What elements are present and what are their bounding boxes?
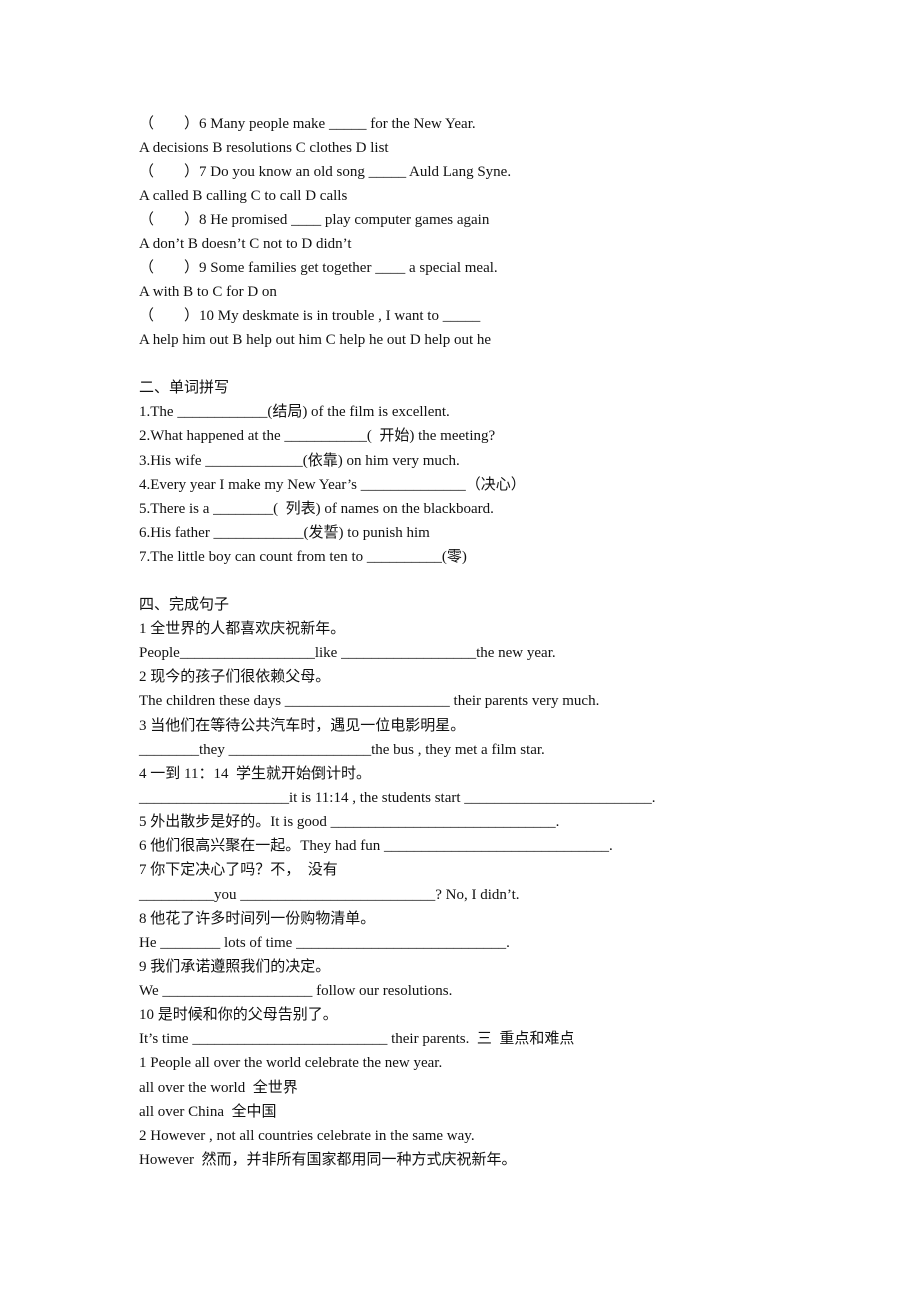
spelling-section-heading: 二、单词拼写 — [139, 380, 230, 396]
document-page: （ ）6 Many people make _____ for the New … — [0, 0, 920, 1302]
spelling-item: 7.The little boy can count from ten to _… — [139, 549, 467, 565]
question-8-options: A don’t B doesn’t C not to D didn’t — [139, 236, 352, 252]
sentence-item-chinese: 1 全世界的人都喜欢庆祝新年。 — [139, 621, 346, 637]
sentence-item-english: ____________________it is 11:14 , the st… — [139, 790, 656, 806]
spelling-item: 6.His father ____________(发誓) to punish … — [139, 525, 430, 541]
key-point-line: all over the world 全世界 — [139, 1080, 298, 1096]
spelling-item: 5.There is a ________( 列表) of names on t… — [139, 501, 494, 517]
question-7-stem: （ ）7 Do you know an old song _____ Auld … — [139, 164, 512, 180]
spelling-item: 1.The ____________(结局) of the film is ex… — [139, 404, 450, 420]
question-7-options: A called B calling C to call D calls — [139, 188, 348, 204]
sentence-item-chinese: 2 现今的孩子们很依赖父母。 — [139, 669, 331, 685]
question-9-stem: （ ）9 Some families get together ____ a s… — [139, 260, 498, 276]
spelling-item: 2.What happened at the ___________( 开始) … — [139, 428, 496, 444]
sentence-item-english: We ____________________ follow our resol… — [139, 983, 453, 999]
question-6-stem: （ ）6 Many people make _____ for the New … — [139, 116, 476, 132]
sentence-item-english: It’s time __________________________ the… — [139, 1031, 575, 1047]
sentence-item-chinese: 9 我们承诺遵照我们的决定。 — [139, 959, 331, 975]
sentence-item-english: The children these days ________________… — [139, 693, 600, 709]
spelling-item: 3.His wife _____________(依靠) on him very… — [139, 453, 460, 469]
question-10-options: A help him out B help out him C help he … — [139, 332, 492, 348]
sentence-item-english: He ________ lots of time _______________… — [139, 935, 510, 951]
sentence-item-chinese: 8 他花了许多时间列一份购物清单。 — [139, 911, 376, 927]
key-point-line: 2 However , not all countries celebrate … — [139, 1128, 475, 1144]
sentence-item-combined: 5 外出散步是好的。It is good ___________________… — [139, 814, 560, 830]
key-point-line: all over China 全中国 — [139, 1104, 277, 1120]
question-8-stem: （ ）8 He promised ____ play computer game… — [139, 212, 490, 228]
sentence-item-chinese: 7 你下定决心了吗？不， 没有 — [139, 862, 338, 878]
sentence-item-english: __________you __________________________… — [139, 887, 520, 903]
question-6-options: A decisions B resolutions C clothes D li… — [139, 140, 389, 156]
sentence-item-english: People__________________like ___________… — [139, 645, 556, 661]
sentence-item-chinese: 4 一到 11：14 学生就开始倒计时。 — [139, 766, 371, 782]
sentence-item-english: ________they ___________________the bus … — [139, 742, 545, 758]
sentence-item-chinese: 3 当他们在等待公共汽车时，遇见一位电影明星。 — [139, 718, 466, 734]
sentence-item-combined: 6 他们很高兴聚在一起。They had fun _______________… — [139, 838, 613, 854]
key-point-line: However 然而，并非所有国家都用同一种方式庆祝新年。 — [139, 1152, 517, 1168]
spelling-item: 4.Every year I make my New Year’s ______… — [139, 477, 526, 493]
sentence-section-heading: 四、完成句子 — [139, 597, 230, 613]
sentence-item-chinese: 10 是时候和你的父母告别了。 — [139, 1007, 338, 1023]
question-10-stem: （ ）10 My deskmate is in trouble , I want… — [139, 308, 481, 324]
key-point-line: 1 People all over the world celebrate th… — [139, 1055, 443, 1071]
question-9-options: A with B to C for D on — [139, 284, 277, 300]
